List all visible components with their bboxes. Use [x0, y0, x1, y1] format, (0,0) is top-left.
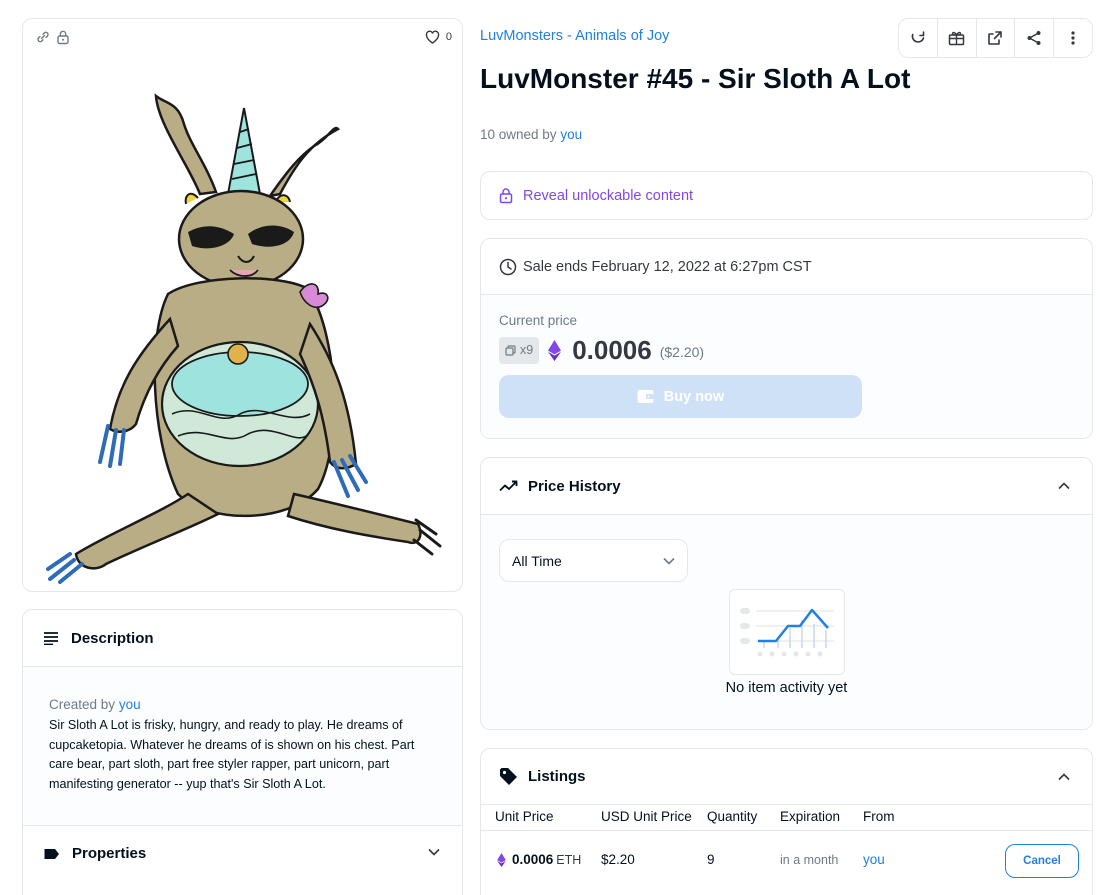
- creator-link[interactable]: you: [119, 697, 141, 712]
- heart-icon: [424, 29, 441, 45]
- sale-card: Sale ends February 12, 2022 at 6:27pm CS…: [480, 238, 1093, 439]
- collection-link[interactable]: LuvMonsters - Animals of Joy: [480, 28, 669, 44]
- price-history-title: Price History: [528, 477, 621, 495]
- toolbar: [898, 18, 1093, 58]
- current-price-label: Current price: [499, 313, 578, 328]
- table-row: 0.0006 ETH $2.20 9 in a month you Cancel: [481, 831, 1092, 891]
- item-image-card: 0: [22, 18, 463, 592]
- buy-now-label: Buy now: [663, 388, 725, 405]
- eth-icon: [548, 339, 562, 361]
- price-row: x9 0.0006 ($2.20): [499, 335, 1074, 365]
- properties-header[interactable]: Properties: [23, 825, 462, 881]
- gift-icon: [948, 30, 965, 46]
- description-body: Created by you Sir Sloth A Lot is frisky…: [23, 667, 462, 825]
- price-value: 0.0006: [572, 334, 652, 365]
- share-icon: [1026, 30, 1042, 46]
- lock-icon: [499, 187, 513, 204]
- sale-ends-text: Sale ends February 12, 2022 at 6:27pm CS…: [523, 258, 812, 275]
- label-icon: [43, 848, 60, 860]
- quantity-badge: x9: [499, 336, 540, 364]
- owner-link[interactable]: you: [560, 127, 582, 142]
- price-usd: ($2.20): [659, 344, 705, 360]
- description-header[interactable]: Description: [23, 610, 462, 667]
- eth-icon: [497, 852, 506, 867]
- share-button[interactable]: [1015, 19, 1055, 57]
- description-card: Description Created by you Sir Sloth A L…: [22, 609, 463, 895]
- column-header: Quantity: [707, 809, 758, 824]
- buy-now-button[interactable]: Buy now: [499, 375, 862, 418]
- external-link-button[interactable]: [977, 19, 1016, 57]
- listings-header[interactable]: Listings: [481, 749, 1092, 805]
- price-history-card: Price History All Time No item activity …: [480, 457, 1093, 730]
- price-panel: Current price x9 0.0006 ($2.20) Buy now: [481, 295, 1092, 438]
- page-title: LuvMonster #45 - Sir Sloth A Lot: [480, 63, 911, 94]
- column-header: USD Unit Price: [601, 809, 692, 824]
- link-icon[interactable]: [35, 29, 51, 45]
- price-history-header[interactable]: Price History: [481, 458, 1092, 515]
- tag-icon: [499, 767, 518, 786]
- listings-card: Listings Unit Price USD Unit Price Quant…: [480, 748, 1093, 895]
- empty-chart-illustration: [729, 589, 845, 675]
- cancel-label: Cancel: [1023, 855, 1061, 867]
- listing-currency: ETH: [556, 852, 582, 867]
- column-header: Unit Price: [495, 809, 554, 824]
- listing-price-value: 0.0006: [512, 852, 554, 867]
- listing-quantity: 9: [707, 852, 715, 867]
- external-link-icon: [987, 30, 1003, 46]
- quantity-text: x9: [520, 343, 534, 357]
- column-header: Expiration: [780, 809, 841, 824]
- favorite-count: 0: [445, 31, 452, 43]
- description-title: Description: [71, 629, 154, 647]
- listing-usd: $2.20: [601, 852, 635, 867]
- clock-icon: [499, 258, 517, 276]
- refresh-button[interactable]: [899, 19, 938, 57]
- item-artwork[interactable]: [38, 84, 448, 584]
- owned-count: 10 owned by: [480, 127, 557, 142]
- gift-button[interactable]: [938, 19, 977, 57]
- lock-icon: [56, 29, 70, 45]
- time-range-select[interactable]: All Time: [499, 539, 688, 582]
- properties-title: Properties: [72, 845, 147, 862]
- listing-from-link[interactable]: you: [863, 852, 885, 867]
- chevron-up-icon: [1058, 482, 1070, 490]
- chevron-down-icon: [663, 557, 675, 565]
- listings-title: Listings: [528, 768, 586, 785]
- sale-ends-row: Sale ends February 12, 2022 at 6:27pm CS…: [481, 239, 1092, 295]
- copies-icon: [505, 344, 516, 356]
- listing-price: 0.0006 ETH: [497, 852, 581, 867]
- listings-table-header: Unit Price USD Unit Price Quantity Expir…: [481, 805, 1092, 831]
- chevron-up-icon: [1058, 773, 1070, 781]
- chevron-down-icon: [428, 848, 440, 856]
- more-button[interactable]: [1054, 19, 1092, 57]
- ownership-line: 10 owned by you: [480, 127, 582, 142]
- unlockable-content-button[interactable]: Reveal unlockable content: [480, 171, 1093, 220]
- created-by-label: Created by: [49, 697, 116, 712]
- wallet-icon: [637, 389, 654, 404]
- more-icon: [1071, 31, 1075, 45]
- listing-expiration: in a month: [780, 853, 839, 867]
- trend-icon: [499, 480, 518, 492]
- empty-activity-text: No item activity yet: [725, 680, 848, 696]
- refresh-icon: [910, 30, 926, 46]
- price-history-body: All Time No item activity yet: [481, 515, 1092, 729]
- favorite-button[interactable]: 0: [424, 29, 452, 45]
- unlockable-label: Reveal unlockable content: [523, 187, 694, 204]
- description-text: Sir Sloth A Lot is frisky, hungry, and r…: [49, 718, 415, 791]
- time-range-value: All Time: [512, 552, 562, 569]
- description-icon: [43, 631, 59, 645]
- cancel-listing-button[interactable]: Cancel: [1005, 844, 1079, 878]
- column-header: From: [863, 809, 895, 824]
